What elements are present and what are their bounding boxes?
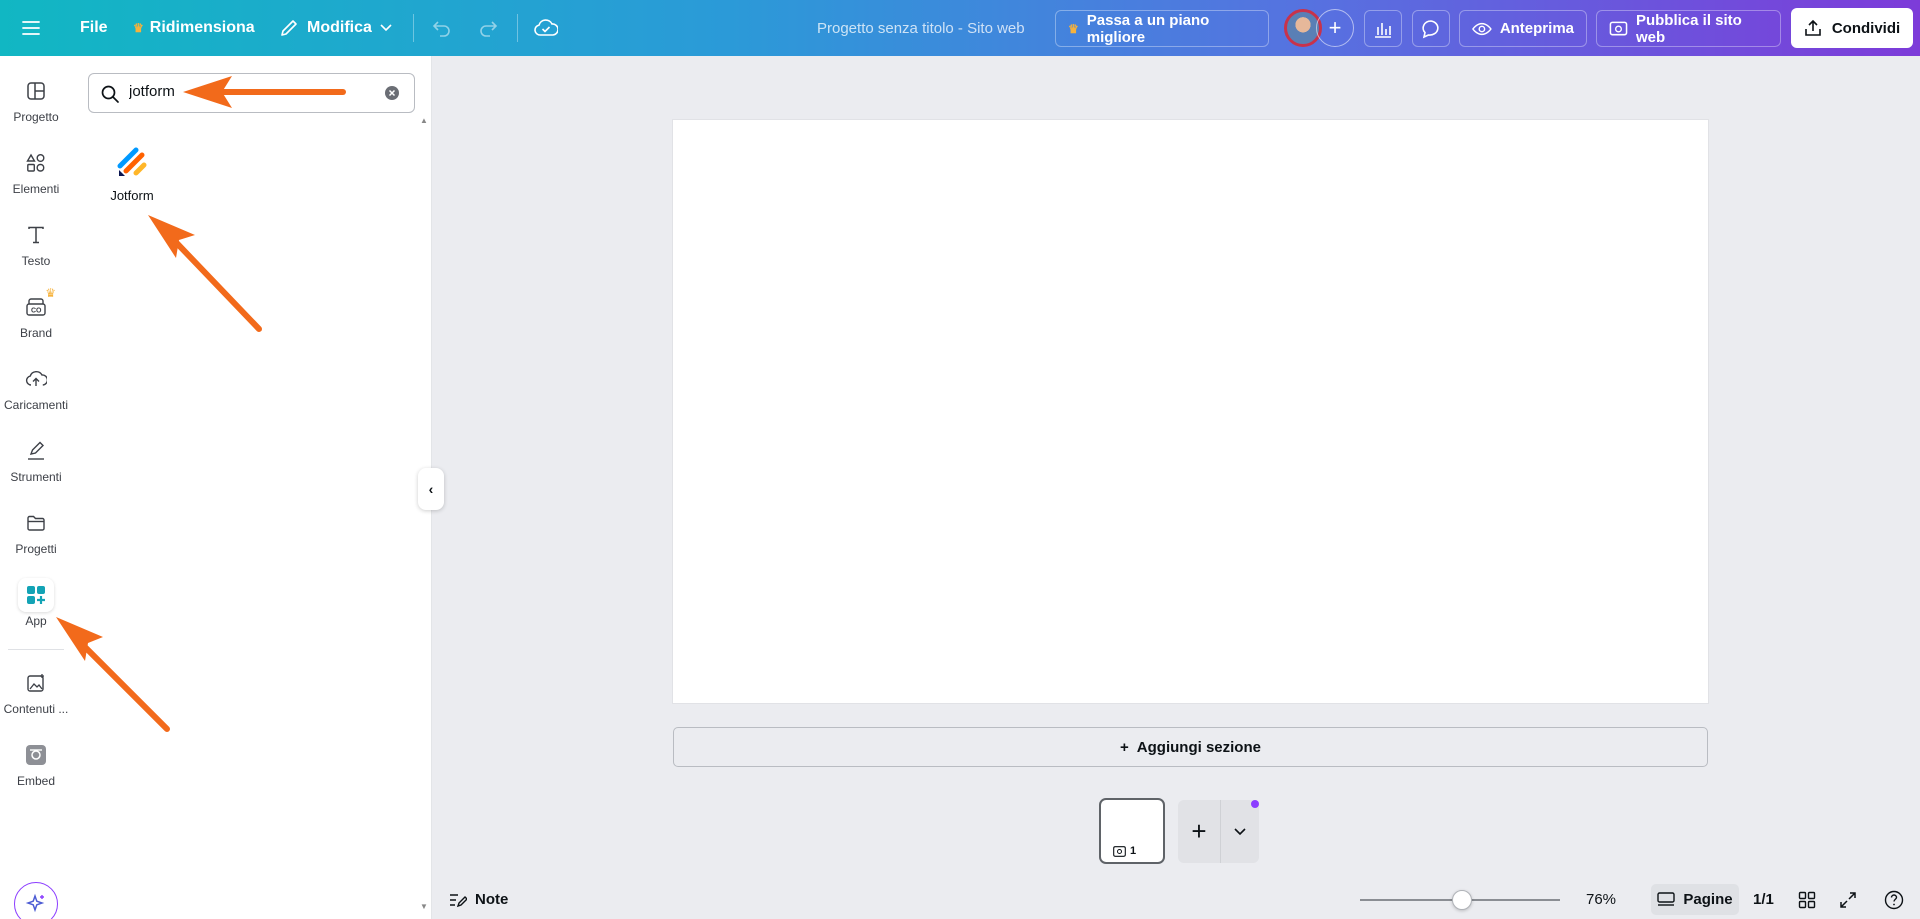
annotation-arrow-search xyxy=(183,76,346,108)
annotation-arrow-app xyxy=(56,617,170,732)
annotation-overlay xyxy=(56,76,346,732)
annotation-arrow-jotform xyxy=(148,215,262,332)
